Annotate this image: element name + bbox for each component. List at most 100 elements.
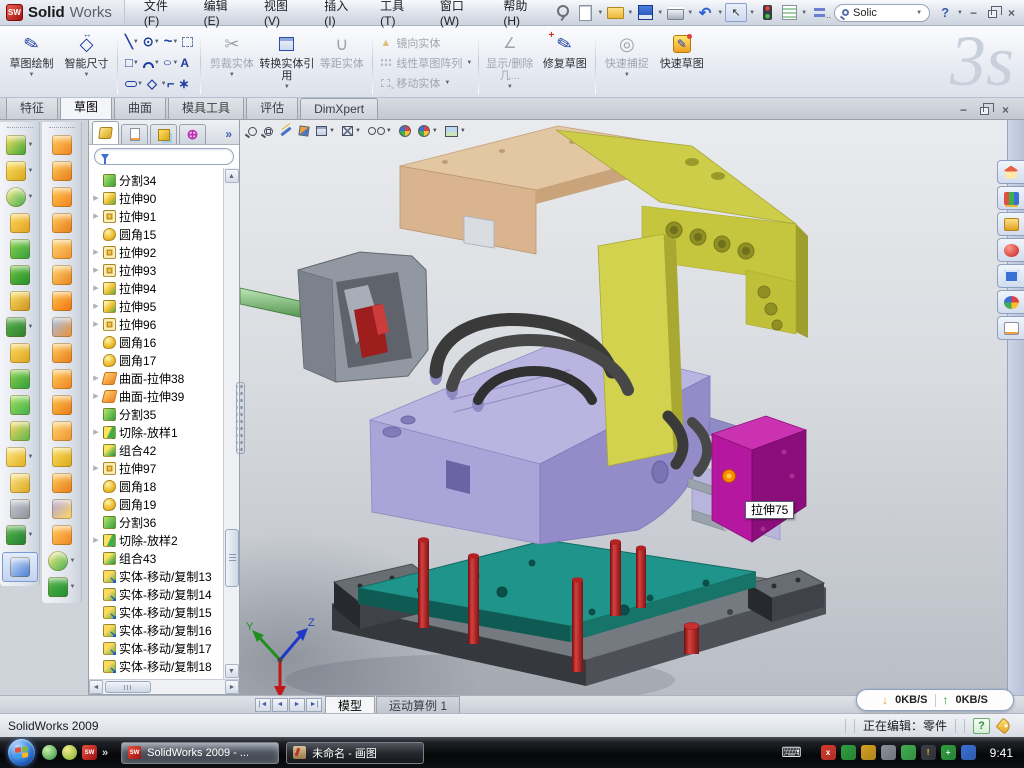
trim-surface-button[interactable] xyxy=(44,392,80,417)
split-button[interactable] xyxy=(2,392,38,417)
swept-surface-button[interactable] xyxy=(44,158,80,183)
doc-restore-button[interactable] xyxy=(976,102,993,117)
offset-entities-button[interactable]: ∪ 等距实体 xyxy=(314,29,369,96)
expand-arrow-icon[interactable]: ▶ xyxy=(92,284,100,292)
options-list-button[interactable] xyxy=(779,3,799,22)
task-pane-design-library-button[interactable] xyxy=(997,186,1024,210)
quick-launch-solidworks-icon[interactable]: SW xyxy=(82,745,97,760)
keyboard-layout-icon[interactable]: ⌨ xyxy=(781,744,801,761)
mirror-entities-button[interactable]: ▲ 镜向实体 xyxy=(379,35,472,51)
taskbar-button[interactable]: SWSolidWorks 2009 - ... xyxy=(121,742,279,764)
tooling-split-button[interactable] xyxy=(44,522,80,547)
gray-slide-part[interactable] xyxy=(298,252,428,382)
extend-surface-button[interactable] xyxy=(44,366,80,391)
expand-arrow-icon[interactable]: ▶ xyxy=(92,392,100,400)
menu-item[interactable]: 工具(T) xyxy=(369,0,429,33)
move-entities-button[interactable]: 移动实体 ▼ xyxy=(379,75,472,91)
task-pane-view-palette-button[interactable] xyxy=(997,264,1024,288)
doc-close-button[interactable]: × xyxy=(997,102,1014,117)
restore-button[interactable] xyxy=(984,5,1001,20)
rapid-sketch-button[interactable]: ✎ 快速草图 xyxy=(654,29,709,96)
hole-wizard-button[interactable] xyxy=(2,288,38,313)
feature-tree-item[interactable]: 分割34 xyxy=(92,171,223,189)
circle-tool[interactable]: ⊙▼ xyxy=(141,34,162,50)
axis-button[interactable] xyxy=(2,496,38,521)
scroll-thumb[interactable] xyxy=(105,681,151,693)
ruled-surface-button[interactable] xyxy=(44,314,80,339)
feature-tree-item[interactable]: 实体-移动/复制13 xyxy=(92,567,223,585)
expand-arrow-icon[interactable]: ▶ xyxy=(92,536,100,544)
olive-bracket-leg[interactable] xyxy=(598,234,684,466)
select-button[interactable]: ↖ xyxy=(725,3,747,22)
boss-feature-button[interactable] xyxy=(2,236,38,261)
planar-surface-button[interactable] xyxy=(44,262,80,287)
chamfer-button[interactable] xyxy=(2,210,38,235)
feature-tree-item[interactable]: 圆角19 xyxy=(92,495,223,513)
section-view-button[interactable] xyxy=(299,126,309,136)
document-tab[interactable]: 运动算例 1 xyxy=(376,696,460,713)
close-button[interactable]: × xyxy=(1003,5,1020,20)
feature-tree-item[interactable]: 圆角17 xyxy=(92,351,223,369)
feature-tree-item[interactable]: ▶曲面-拉伸38 xyxy=(92,369,223,387)
next-tab-button[interactable]: ► xyxy=(289,698,305,712)
expand-arrow-icon[interactable]: ▶ xyxy=(92,194,100,202)
boundary-surface-button[interactable] xyxy=(44,210,80,235)
feature-tree-item[interactable]: 实体-移动/复制15 xyxy=(92,603,223,621)
last-tab-button[interactable]: ►| xyxy=(306,698,322,712)
magnify-wand-button[interactable] xyxy=(280,130,292,133)
spline-tool[interactable]: ~▼ xyxy=(162,33,181,50)
minimize-button[interactable]: − xyxy=(965,5,982,20)
task-pane-solidworks-resources-button[interactable] xyxy=(997,238,1024,262)
reference-geometry-button[interactable]: ▼ xyxy=(2,444,38,469)
quick-launch-ball-icon[interactable] xyxy=(62,745,77,760)
antivirus-alert-icon[interactable]: x xyxy=(821,745,836,760)
ribbon-tab[interactable]: 模具工具 xyxy=(168,95,244,119)
task-pane-home-button[interactable] xyxy=(997,160,1024,184)
taskbar-button[interactable]: 未命名 - 画图 xyxy=(286,742,424,764)
settings-button[interactable] xyxy=(809,3,829,22)
expand-arrow-icon[interactable]: ▶ xyxy=(92,248,100,256)
print-button[interactable] xyxy=(665,3,685,22)
edit-appearance-button[interactable] xyxy=(399,125,411,137)
quick-launch-chevron[interactable]: » xyxy=(102,747,108,759)
feature-tree-item[interactable]: 实体-移动/复制18 xyxy=(92,657,223,675)
feature-tree-item[interactable]: ▶切除-放样1 xyxy=(92,423,223,441)
cut-feature-button[interactable] xyxy=(2,262,38,287)
menu-item[interactable]: 帮助(H) xyxy=(492,0,553,33)
sync-tool-icon[interactable] xyxy=(901,745,916,760)
display-delete-relations-button[interactable]: ∠ 显示/删除几... ▼ xyxy=(482,29,537,96)
menu-item[interactable]: 文件(F) xyxy=(133,0,193,33)
apply-scene-button[interactable]: ▼ xyxy=(418,125,438,137)
zoom-to-area-button[interactable] xyxy=(264,127,273,136)
tab-configuration-manager[interactable] xyxy=(150,124,177,144)
sketch-fillet-tool[interactable]: ¬▼ xyxy=(159,76,177,91)
untrim-surface-button[interactable] xyxy=(44,418,80,443)
feature-tree-item[interactable]: 实体-移动/复制16 xyxy=(92,621,223,639)
sketch-button[interactable]: ✎ 草图绘制 ▼ xyxy=(4,29,59,96)
linear-sketch-pattern-button[interactable]: 线性草图阵列 ▼ xyxy=(379,55,472,71)
feature-tree-item[interactable]: 实体-移动/复制14 xyxy=(92,585,223,603)
feature-tree-item[interactable]: 圆角18 xyxy=(92,477,223,495)
expand-arrow-icon[interactable]: ▶ xyxy=(92,266,100,274)
scroll-down-button[interactable]: ▼ xyxy=(225,664,239,678)
fillet-button[interactable]: ▼ xyxy=(2,184,38,209)
feature-tree-item[interactable]: 圆角16 xyxy=(92,333,223,351)
rib-button[interactable] xyxy=(2,340,38,365)
parting-line-button[interactable] xyxy=(44,444,80,469)
scroll-up-button[interactable]: ▲ xyxy=(225,169,239,183)
first-tab-button[interactable]: |◄ xyxy=(255,698,271,712)
tab-dimxpert-manager[interactable]: ⊕ xyxy=(179,124,206,144)
feature-tree-item[interactable]: ▶拉伸96 xyxy=(92,315,223,333)
feature-tree-item[interactable]: ▶切除-放样2 xyxy=(92,531,223,549)
exploded-mold-assembly-model[interactable]: Y Z X xyxy=(240,120,1008,695)
convert-entities-button[interactable]: 转换实体引用 ▼ xyxy=(259,29,314,96)
security-shield-icon[interactable] xyxy=(841,745,856,760)
panel-splitter-handle[interactable] xyxy=(236,382,245,454)
feature-tree-item[interactable]: ▶拉伸94 xyxy=(92,279,223,297)
draft-button[interactable] xyxy=(2,366,38,391)
scroll-thumb[interactable] xyxy=(225,529,239,587)
filled-surface-button[interactable] xyxy=(44,236,80,261)
slot-tool[interactable]: ▼ xyxy=(123,81,145,87)
feature-tree-item[interactable]: 组合42 xyxy=(92,441,223,459)
tree-filter-input[interactable] xyxy=(94,148,234,165)
